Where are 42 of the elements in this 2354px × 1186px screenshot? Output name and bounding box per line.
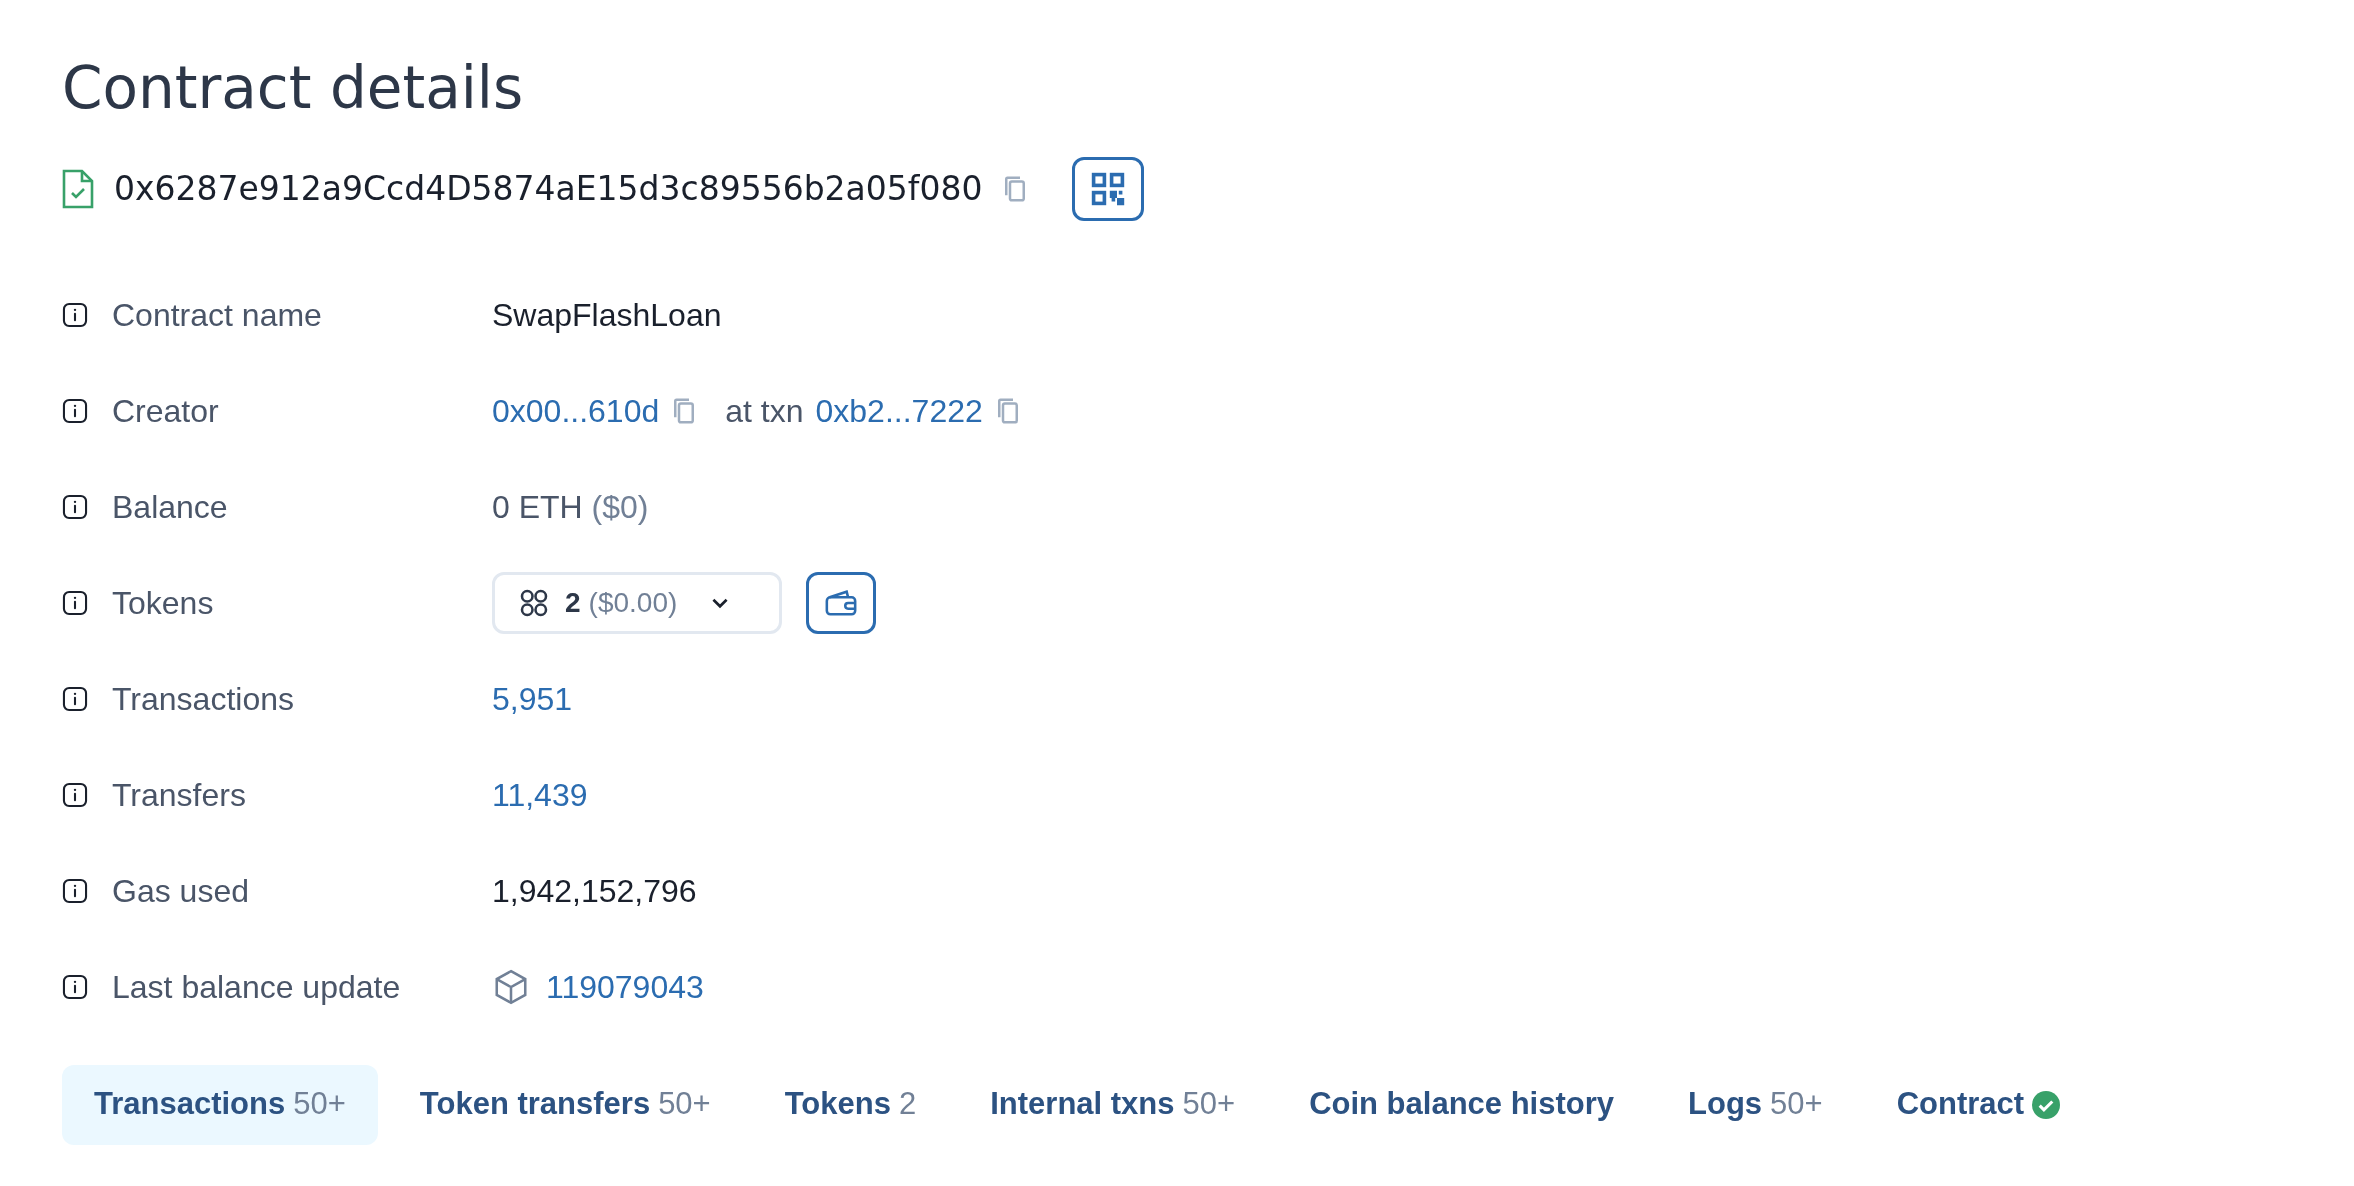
tab[interactable]: Contract	[1864, 1064, 2093, 1145]
tab[interactable]: Transactions 50+	[62, 1064, 378, 1145]
wallet-button[interactable]	[806, 571, 876, 634]
tab[interactable]: Tokens 2	[752, 1064, 949, 1145]
field-value: 1,942,152,796	[492, 871, 697, 911]
info-icon[interactable]	[62, 589, 88, 616]
tab[interactable]: Internal txns 50+	[958, 1064, 1268, 1145]
field-label: Gas used	[112, 871, 249, 911]
info-icon[interactable]	[62, 301, 88, 328]
block-link[interactable]: 119079043	[546, 962, 704, 1011]
balance-value: 0 ETH ($0)	[492, 487, 649, 527]
tokens-icon	[519, 587, 549, 618]
field-label: Transactions	[112, 679, 294, 719]
field-label: Creator	[112, 391, 219, 431]
count-link[interactable]: 11,439	[492, 770, 588, 819]
qr-code-icon	[1090, 170, 1127, 207]
creator-link[interactable]: 0x00...610d	[492, 386, 660, 435]
field-label: Transfers	[112, 775, 246, 815]
at-txn-text: at txn	[725, 391, 804, 431]
tokens-dropdown[interactable]: 2 ($0.00)	[492, 571, 782, 634]
txn-link[interactable]: 0xb2...7222	[815, 386, 983, 435]
count-link[interactable]: 5,951	[492, 674, 573, 723]
field-label: Contract name	[112, 295, 322, 335]
info-icon[interactable]	[62, 781, 88, 808]
wallet-icon	[824, 587, 858, 618]
tab[interactable]: Logs 50+	[1656, 1064, 1855, 1145]
info-icon[interactable]	[62, 685, 88, 712]
field-label: Balance	[112, 487, 228, 527]
info-icon[interactable]	[62, 973, 88, 1000]
page-title: Contract details	[62, 53, 525, 124]
info-icon[interactable]	[62, 877, 88, 904]
tab[interactable]: Token transfers 50+	[387, 1064, 743, 1145]
field-label: Tokens	[112, 583, 214, 623]
verified-document-icon	[62, 168, 94, 209]
field-value: SwapFlashLoan	[492, 295, 722, 335]
info-icon[interactable]	[62, 397, 88, 424]
cube-icon	[492, 967, 530, 1006]
tab[interactable]: Coin balance history	[1277, 1064, 1647, 1145]
qr-code-button[interactable]	[1072, 156, 1145, 221]
contract-address: 0x6287e912a9Ccd4D5874aE15d3c89556b2a05f080	[114, 167, 983, 210]
field-label: Last balance update	[112, 967, 401, 1007]
info-icon[interactable]	[62, 493, 88, 520]
